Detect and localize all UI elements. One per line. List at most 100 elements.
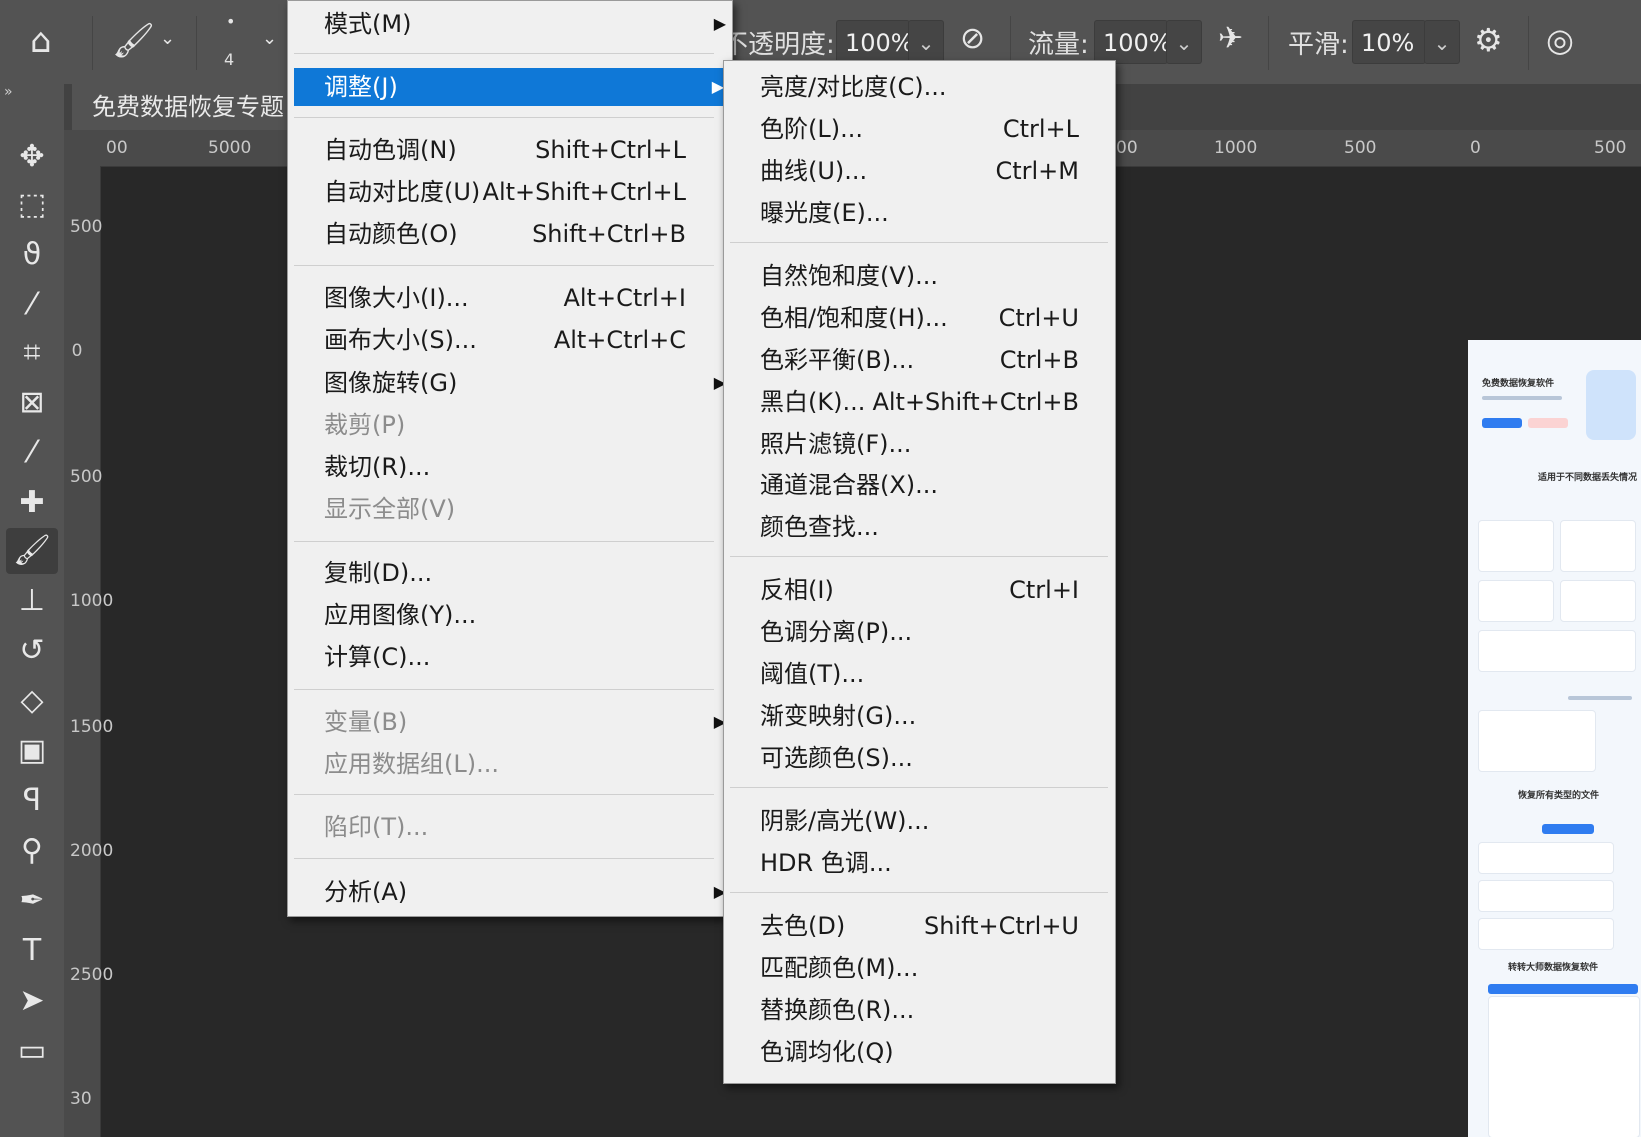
pressure-opacity-icon[interactable]: ⊘	[960, 24, 985, 54]
image-menu-item[interactable]: 图像旋转(G) ▶	[288, 364, 732, 402]
image-menu-item[interactable]: 复制(D)...	[288, 554, 732, 592]
adjustment-menu-item[interactable]: 色彩平衡(B)... Ctrl+B	[724, 341, 1115, 379]
opacity-dropdown[interactable]: ⌄	[908, 20, 944, 64]
adjustment-menu-item[interactable]: 通道混合器(X)...	[724, 466, 1115, 504]
canvas-document-preview[interactable]: 免费数据恢复软件 适用于不同数据丢失情况 恢复所有类型的文件 转转大师数据恢复软…	[1468, 340, 1641, 1137]
flow-dropdown[interactable]: ⌄	[1166, 20, 1202, 64]
image-menu-item[interactable]: 调整(J) ▶	[294, 68, 726, 106]
history-brush-tool-icon[interactable]: ↺	[6, 628, 58, 674]
adjustment-menu-item[interactable]: 渐变映射(G)...	[724, 697, 1115, 735]
menu-item-label: 渐变映射(G)...	[760, 702, 917, 730]
menu-item-label: 色相/饱和度(H)...	[760, 304, 948, 332]
image-menu-item[interactable]: 画布大小(S)... Alt+Ctrl+C	[288, 321, 732, 359]
brush-angle-icon[interactable]: ◎	[1546, 24, 1574, 56]
gear-icon[interactable]: ⚙	[1474, 24, 1503, 56]
adjustment-menu-item[interactable]: 黑白(K)... Alt+Shift+Ctrl+B	[724, 383, 1115, 421]
adjustment-menu-item[interactable]: 自然饱和度(V)...	[724, 257, 1115, 295]
menu-item-label: 图像旋转(G)	[324, 369, 458, 397]
image-menu-item[interactable]: 图像大小(I)... Alt+Ctrl+I	[288, 279, 732, 317]
menu-item-label: 阴影/高光(W)...	[760, 807, 930, 835]
airbrush-icon[interactable]: ✈	[1218, 24, 1243, 54]
menu-item-shortcut: Shift+Ctrl+L	[535, 136, 686, 164]
smoothing-dropdown[interactable]: ⌄	[1424, 20, 1460, 64]
menu-item-label: 计算(C)...	[324, 643, 431, 671]
menu-separator	[730, 556, 1108, 557]
pen-tool-icon[interactable]: ✒	[6, 878, 58, 924]
brush-tip-icon[interactable]: •	[226, 14, 235, 30]
adjustment-menu-item[interactable]: 颜色查找...	[724, 508, 1115, 546]
lasso-tool-icon[interactable]: ϑ	[6, 232, 58, 278]
dodge-tool-icon[interactable]: ⚲	[6, 828, 58, 874]
adjustment-menu-item[interactable]: 亮度/对比度(C)...	[724, 68, 1115, 106]
smoothing-input[interactable]: 10%	[1352, 20, 1426, 64]
adjustment-menu-item[interactable]: 匹配颜色(M)...	[724, 949, 1115, 987]
adjustment-menu-item[interactable]: 可选颜色(S)...	[724, 739, 1115, 777]
menu-item-label: 去色(D)	[760, 912, 846, 940]
menu-item-label: 照片滤镜(F)...	[760, 430, 912, 458]
image-menu-item[interactable]: 裁切(R)...	[288, 448, 732, 486]
menu-item-label: 画布大小(S)...	[324, 326, 477, 354]
collapse-icon[interactable]: »	[4, 84, 13, 100]
rectangle-tool-icon[interactable]: ▭	[6, 1028, 58, 1074]
menu-item-label: 自动颜色(O)	[324, 220, 458, 248]
brush-preset-icon[interactable]: 🖌	[112, 24, 155, 58]
home-icon[interactable]: ⌂	[30, 24, 52, 58]
gradient-tool-icon[interactable]: ▣	[6, 728, 58, 774]
menu-item-label: HDR 色调...	[760, 849, 892, 877]
healing-brush-tool-icon[interactable]: ✚	[6, 480, 58, 526]
type-tool-icon[interactable]: T	[6, 928, 58, 974]
adjustment-menu-item[interactable]: 曲线(U)... Ctrl+M	[724, 152, 1115, 190]
adjustment-menu-item[interactable]: 曝光度(E)...	[724, 194, 1115, 232]
adjustment-menu-item[interactable]: 色相/饱和度(H)... Ctrl+U	[724, 299, 1115, 337]
flow-input[interactable]: 100%	[1094, 20, 1172, 64]
stamp-tool-icon[interactable]: ⊥	[6, 578, 58, 624]
image-menu-item[interactable]: 自动颜色(O) Shift+Ctrl+B	[288, 215, 732, 253]
menu-item-label: 自动对比度(U)	[324, 178, 481, 206]
marquee-tool-icon[interactable]: ⬚	[6, 182, 58, 228]
menu-item-label: 黑白(K)...	[760, 388, 866, 416]
adjustment-menu-item[interactable]: 反相(I) Ctrl+I	[724, 571, 1115, 609]
move-tool-icon[interactable]: ✥	[6, 134, 58, 180]
chevron-down-icon[interactable]: ⌄	[262, 30, 277, 48]
adjustment-menu-item[interactable]: 替换颜色(R)...	[724, 991, 1115, 1029]
menu-item-shortcut: Ctrl+I	[1009, 576, 1079, 604]
crop-tool-icon[interactable]: ⌗	[6, 330, 58, 376]
smudge-tool-icon[interactable]: ꟼ	[6, 778, 58, 824]
brush-tool-icon[interactable]: 🖌	[6, 528, 58, 574]
menu-item-shortcut: Ctrl+U	[998, 304, 1079, 332]
adjustment-menu-item[interactable]: HDR 色调...	[724, 844, 1115, 882]
adjustment-menu-item[interactable]: 阈值(T)...	[724, 655, 1115, 693]
adjustments-submenu: 亮度/对比度(C)... 色阶(L)... Ctrl+L 曲线(U)... Ctrl+M…	[723, 60, 1116, 1084]
image-menu-item[interactable]: 模式(M) ▶	[288, 5, 732, 43]
image-menu-item[interactable]: 自动色调(N) Shift+Ctrl+L	[288, 131, 732, 169]
menu-item-label: 复制(D)...	[324, 559, 433, 587]
menu-item-label: 显示全部(V)	[324, 495, 456, 523]
adjustment-menu-item[interactable]: 阴影/高光(W)...	[724, 802, 1115, 840]
adjustment-menu-item[interactable]: 色调均化(Q)	[724, 1033, 1115, 1071]
menu-separator	[294, 689, 714, 690]
menu-separator	[294, 265, 714, 266]
adjustment-menu-item[interactable]: 色调分离(P)...	[724, 613, 1115, 651]
adjustment-menu-item[interactable]: 色阶(L)... Ctrl+L	[724, 110, 1115, 148]
document-tab[interactable]: 免费数据恢复专题	[72, 84, 287, 130]
adjustment-menu-item[interactable]: 去色(D) Shift+Ctrl+U	[724, 907, 1115, 945]
eraser-tool-icon[interactable]: ◇	[6, 678, 58, 724]
image-menu-item[interactable]: 应用图像(Y)...	[288, 596, 732, 634]
menu-item-label: 分析(A)	[324, 878, 408, 906]
path-selection-tool-icon[interactable]: ➤	[6, 978, 58, 1024]
menu-item-label: 调整(J)	[324, 73, 398, 101]
adjustment-menu-item[interactable]: 照片滤镜(F)...	[724, 425, 1115, 463]
menu-separator	[294, 117, 714, 118]
eyedropper-tool-icon[interactable]: ⁄	[6, 430, 58, 476]
preview-section-title: 转转大师数据恢复软件	[1508, 963, 1599, 973]
menu-item-label: 图像大小(I)...	[324, 284, 469, 312]
image-menu-item[interactable]: 计算(C)...	[288, 638, 732, 676]
image-menu-item[interactable]: 自动对比度(U) Alt+Shift+Ctrl+L	[288, 173, 732, 211]
ruler-label: 00	[1116, 138, 1138, 158]
opacity-input[interactable]: 100%	[836, 20, 914, 64]
image-menu-item[interactable]: 分析(A) ▶	[288, 873, 732, 911]
chevron-down-icon[interactable]: ⌄	[160, 30, 175, 48]
magic-wand-tool-icon[interactable]: ⁄	[6, 282, 58, 328]
menu-item-label: 色调分离(P)...	[760, 618, 913, 646]
frame-tool-icon[interactable]: ⊠	[6, 380, 58, 426]
